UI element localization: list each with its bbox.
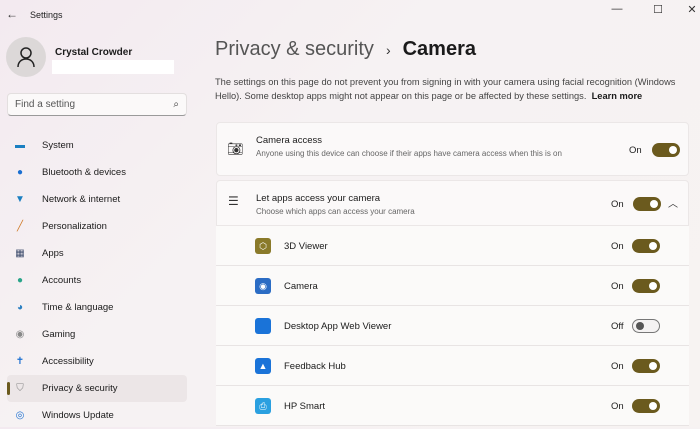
sidebar-item-accounts[interactable]: ● Accounts bbox=[7, 267, 187, 294]
update-icon: ◎ bbox=[15, 410, 25, 421]
camera-access-card: 📷︎ Camera access Anyone using this devic… bbox=[216, 122, 689, 176]
web-viewer-icon bbox=[255, 318, 271, 334]
cube-icon: ⬡ bbox=[255, 238, 271, 254]
feedback-icon: ▲ bbox=[255, 358, 271, 374]
app-row: Desktop App Web Viewer Off bbox=[216, 306, 689, 346]
user-name: Crystal Crowder bbox=[55, 47, 133, 58]
app-name: HP Smart bbox=[284, 401, 326, 412]
app-toggle[interactable] bbox=[632, 279, 660, 293]
app-toggle[interactable] bbox=[632, 359, 660, 373]
sidebar-item-time-language[interactable]: ◕ Time & language bbox=[7, 294, 187, 321]
app-state: On bbox=[611, 281, 624, 292]
back-arrow-icon[interactable]: ← bbox=[6, 7, 18, 21]
app-toggle[interactable] bbox=[632, 399, 660, 413]
let-apps-card[interactable]: ☰ Let apps access your camera Choose whi… bbox=[216, 180, 689, 226]
sidebar-item-gaming[interactable]: ◉ Gaming bbox=[7, 321, 187, 348]
sidebar-item-apps[interactable]: ▦ Apps bbox=[7, 240, 187, 267]
search-placeholder: Find a setting bbox=[15, 99, 76, 110]
search-input[interactable]: Find a setting ⌕ bbox=[7, 93, 187, 116]
sidebar-item-system[interactable]: ▬ System bbox=[7, 132, 187, 159]
avatar[interactable] bbox=[6, 37, 46, 77]
sidebar-item-privacy-security[interactable]: ⛉ Privacy & security bbox=[7, 375, 187, 402]
sidebar-item-personalization[interactable]: ╱ Personalization bbox=[7, 213, 187, 240]
camera-access-title: Camera access bbox=[256, 135, 322, 146]
sidebar-item-network-internet[interactable]: ▼ Network & internet bbox=[7, 186, 187, 213]
list-icon: ☰ bbox=[228, 194, 239, 208]
app-state: On bbox=[611, 401, 624, 412]
camera-access-state: On bbox=[629, 145, 642, 156]
sidebar-item-label: Apps bbox=[42, 248, 64, 259]
app-name: Feedback Hub bbox=[284, 361, 346, 372]
person-icon bbox=[17, 47, 35, 68]
app-row: ◉ Camera On bbox=[216, 266, 689, 306]
gamepad-icon: ◉ bbox=[15, 329, 25, 340]
globe-clock-icon: ◕ bbox=[16, 302, 24, 313]
close-button[interactable]: ✕ bbox=[682, 3, 700, 16]
app-state: On bbox=[611, 361, 624, 372]
learn-more-link[interactable]: Learn more bbox=[592, 91, 643, 101]
app-row: ⬡ 3D Viewer On bbox=[216, 226, 689, 266]
app-toggle[interactable] bbox=[632, 319, 660, 333]
chevron-up-icon[interactable]: ︿ bbox=[668, 195, 678, 210]
user-email-redacted bbox=[52, 60, 174, 74]
let-apps-state: On bbox=[611, 199, 624, 210]
app-row: ▲ Feedback Hub On bbox=[216, 346, 689, 386]
app-name: 3D Viewer bbox=[284, 241, 328, 252]
display-icon: ▬ bbox=[15, 140, 25, 151]
maximize-button[interactable]: ☐ bbox=[648, 3, 668, 16]
let-apps-title: Let apps access your camera bbox=[256, 193, 381, 204]
app-state: Off bbox=[611, 321, 624, 332]
page-description: The settings on this page do not prevent… bbox=[215, 75, 690, 103]
sidebar-nav: ▬ System ● Bluetooth & devices ▼ Network & in… bbox=[7, 132, 187, 429]
accessibility-icon: ✝ bbox=[15, 356, 25, 367]
sidebar-item-label: Bluetooth & devices bbox=[42, 167, 126, 178]
sidebar-item-accessibility[interactable]: ✝ Accessibility bbox=[7, 348, 187, 375]
let-apps-subtitle: Choose which apps can access your camera bbox=[256, 207, 415, 216]
breadcrumb-parent[interactable]: Privacy & security bbox=[215, 38, 374, 61]
camera-access-subtitle: Anyone using this device can choose if t… bbox=[256, 149, 562, 158]
brush-icon: ╱ bbox=[16, 221, 24, 232]
page-title: Camera bbox=[402, 38, 476, 60]
shield-icon: ⛉ bbox=[16, 383, 24, 394]
camera-icon: 📷︎ bbox=[227, 141, 244, 156]
camera-access-toggle[interactable] bbox=[652, 143, 680, 157]
bluetooth-icon: ● bbox=[16, 167, 24, 178]
sidebar-item-label: Personalization bbox=[42, 221, 107, 232]
camera-app-icon: ◉ bbox=[255, 278, 271, 294]
window-title: Settings bbox=[30, 10, 63, 20]
wifi-icon: ▼ bbox=[15, 194, 25, 205]
sidebar-item-label: Gaming bbox=[42, 329, 76, 340]
chevron-right-icon: › bbox=[385, 41, 391, 58]
sidebar-item-label: Privacy & security bbox=[42, 383, 118, 394]
let-apps-toggle[interactable] bbox=[633, 197, 661, 211]
sidebar-item-label: Accounts bbox=[42, 275, 82, 286]
app-name: Camera bbox=[284, 281, 318, 292]
app-toggle[interactable] bbox=[632, 239, 660, 253]
sidebar-item-windows-update[interactable]: ◎ Windows Update bbox=[7, 402, 187, 429]
sidebar-item-label: Accessibility bbox=[42, 356, 94, 367]
person-icon: ● bbox=[16, 275, 24, 286]
sidebar-item-label: Windows Update bbox=[42, 410, 114, 421]
apps-icon: ▦ bbox=[15, 248, 25, 259]
sidebar-item-label: System bbox=[42, 140, 74, 151]
minimize-button[interactable]: — bbox=[607, 3, 627, 15]
breadcrumb: Privacy & security › Camera bbox=[215, 38, 476, 61]
app-name: Desktop App Web Viewer bbox=[284, 321, 392, 332]
sidebar-item-bluetooth-devices[interactable]: ● Bluetooth & devices bbox=[7, 159, 187, 186]
app-row: ⎙ HP Smart On bbox=[216, 386, 689, 426]
app-state: On bbox=[611, 241, 624, 252]
sidebar-item-label: Time & language bbox=[42, 302, 114, 313]
search-icon: ⌕ bbox=[173, 99, 179, 110]
printer-icon: ⎙ bbox=[255, 398, 271, 414]
sidebar-item-label: Network & internet bbox=[42, 194, 121, 205]
